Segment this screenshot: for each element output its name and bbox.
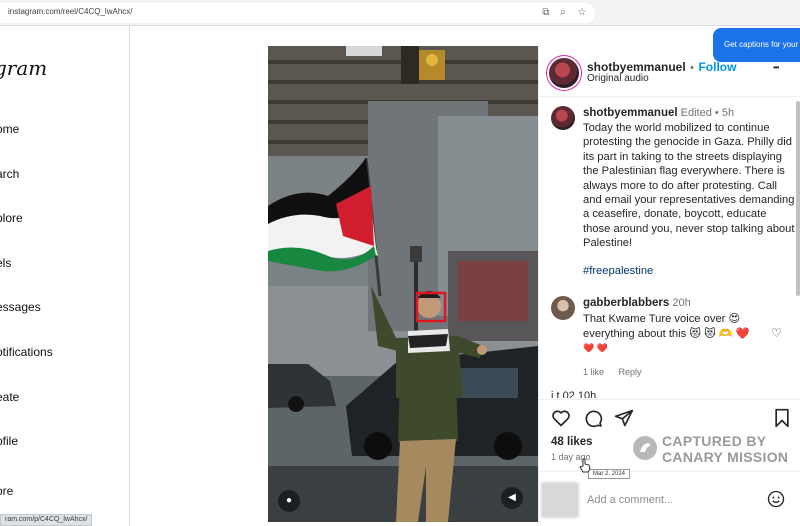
date-tooltip: Mar 2, 2024 [588,469,631,479]
instagram-logo[interactable]: gram [0,56,47,80]
add-comment-input[interactable]: Add a comment... [587,494,673,506]
comment-reply-button[interactable]: Reply [618,367,641,377]
caption-username[interactable]: shotbyemmanuel [583,107,678,119]
get-captions-button[interactable]: Get captions for your a [713,28,800,62]
comments-divider [539,399,800,400]
user-icon: ● [285,495,293,506]
commenter-avatar[interactable] [551,296,575,320]
url-text: instagram.com/reel/C4CQ_lwAhcx/ [8,7,133,16]
follow-button[interactable]: Follow [698,60,736,74]
caption-avatar[interactable] [551,106,575,130]
comment-line-2: everything about this 😻 😻 🫶 ❤️ [583,328,750,340]
user-tag-button[interactable]: ● [278,490,300,512]
likes-count[interactable]: 48 likes [551,436,593,448]
install-app-icon[interactable]: ⧉ [540,7,552,19]
comment-time: 20h [672,297,691,309]
video-frame-image [268,46,538,522]
sidebar-item-messages[interactable]: essages [0,300,41,314]
sidebar-item-reels[interactable]: els [0,256,11,270]
zoom-icon[interactable]: ⌕ [557,7,569,19]
sidebar-nav: gram ome arch plore els essages otificat… [0,26,130,526]
sidebar-item-more[interactable]: ore [0,484,13,498]
viewer-avatar-blurred [541,482,579,518]
hand-cursor-icon [579,458,591,473]
caption-meta: shotbyemmanuel Edited • 5h [583,107,734,119]
screen: instagram.com/reel/C4CQ_lwAhcx/ ⧉ ⌕ ☆ gr… [0,0,800,526]
sidebar-item-home[interactable]: ome [0,122,19,136]
sidebar-item-search[interactable]: arch [0,167,19,181]
caption-time: 5h [721,107,735,119]
comment-like-count[interactable]: 1 like [583,367,604,377]
like-heart-icon[interactable] [551,408,571,428]
comment-line-3: ❤️ ❤️ [583,343,608,353]
link-status-bar: ram.com/p/C4CQ_lwAhcx/ [0,514,93,526]
canary-logo-icon [633,436,657,460]
commenter-username[interactable]: gabberblabbers [583,297,669,309]
header-separator: • [690,62,695,74]
watermark-line-2: CANARY MISSION [662,449,789,465]
comment-bubble-icon[interactable] [583,408,603,428]
browser-toolbar: instagram.com/reel/C4CQ_lwAhcx/ ⧉ ⌕ ☆ [0,0,800,26]
comments-scrollbar[interactable] [796,101,800,296]
author-avatar[interactable] [549,58,579,88]
sidebar-item-explore[interactable]: plore [0,211,23,225]
hashtag-link[interactable]: #freepalestine [583,264,795,278]
share-send-icon[interactable] [614,408,634,428]
address-bar[interactable]: instagram.com/reel/C4CQ_lwAhcx/ ⧉ ⌕ ☆ [0,3,595,23]
more-options-icon[interactable]: ••• [773,63,779,72]
caption-separator: • [714,107,719,119]
bookmark-star-icon[interactable]: ☆ [576,7,588,19]
author-username[interactable]: shotbyemmanuel [587,60,686,74]
edited-label: Edited [680,107,712,119]
comment-like-heart-icon[interactable]: ♡ [771,326,782,340]
reel-video[interactable]: ● ◀ [268,46,538,522]
comment-actions: 1 like Reply [583,362,641,380]
comment-meta: gabberblabbers 20h [583,297,691,309]
watermark-line-1: CAPTURED BY [662,433,767,449]
caption-text: Today the world mobilized to continue pr… [583,122,795,250]
speaker-icon: ◀ [508,492,516,503]
sidebar-item-create[interactable]: eate [0,390,19,404]
next-comment-partial: j t 02 10h [551,390,597,398]
mute-button[interactable]: ◀ [501,487,523,509]
comment-line-1: That Kwame Ture voice over 😍 [583,313,741,325]
header-divider [539,96,800,97]
save-bookmark-icon[interactable] [772,408,792,428]
sidebar-item-notifications[interactable]: otifications [0,345,53,359]
sidebar-item-profile[interactable]: ofile [0,434,18,448]
emoji-icon[interactable] [767,490,785,508]
canary-mission-watermark: CAPTURED BY CANARY MISSION [632,432,800,466]
audio-label[interactable]: Original audio [587,73,649,84]
